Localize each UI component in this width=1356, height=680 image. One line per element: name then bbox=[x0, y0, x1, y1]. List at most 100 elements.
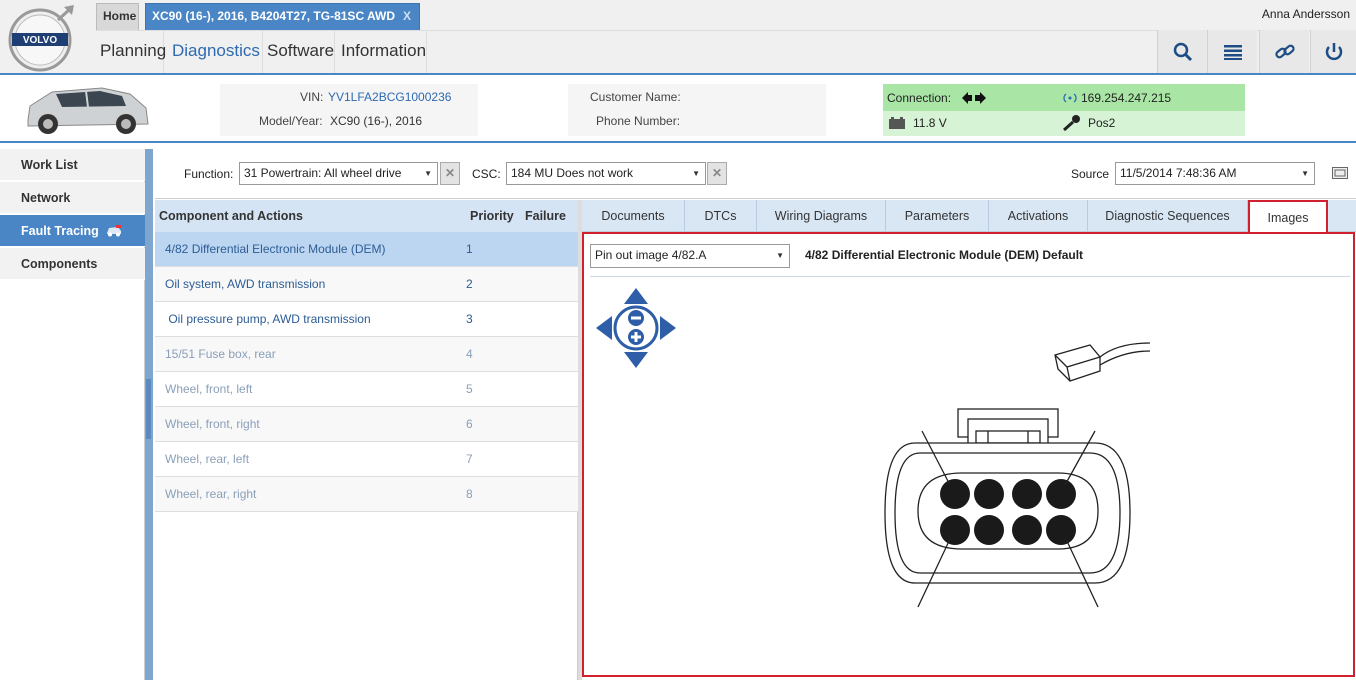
function-select[interactable]: 31 Powertrain: All wheel drive ▼ bbox=[239, 162, 438, 185]
header-component[interactable]: Component and Actions bbox=[159, 200, 303, 232]
row-name: Oil pressure pump, AWD transmission bbox=[165, 312, 371, 326]
csc-clear-button[interactable]: ✕ bbox=[707, 162, 727, 185]
table-row[interactable]: 15/51 Fuse box, rear 4 bbox=[155, 337, 578, 372]
pan-zoom-control[interactable] bbox=[594, 286, 678, 373]
chevron-down-icon: ▼ bbox=[692, 169, 700, 178]
row-priority: 4 bbox=[466, 347, 473, 361]
row-priority: 5 bbox=[466, 382, 473, 396]
car-image bbox=[22, 80, 150, 142]
connection-label: Connection: bbox=[887, 91, 952, 105]
header-priority[interactable]: Priority bbox=[470, 200, 514, 232]
tab-documents[interactable]: Documents bbox=[582, 200, 685, 232]
divider bbox=[590, 276, 1350, 277]
chevron-down-icon: ▼ bbox=[1301, 169, 1309, 178]
tab-vehicle-label: XC90 (16-), 2016, B4204T27, TG-81SC AWD bbox=[152, 9, 395, 23]
tab-parameters[interactable]: Parameters bbox=[886, 200, 989, 232]
export-icon[interactable] bbox=[1332, 167, 1348, 182]
source-value: 11/5/2014 7:48:36 AM bbox=[1120, 166, 1237, 180]
table-row[interactable]: Wheel, rear, right 8 bbox=[155, 477, 578, 512]
user-name[interactable]: Anna Andersson bbox=[1262, 7, 1350, 21]
chevron-down-icon: ▼ bbox=[776, 251, 784, 260]
svg-text:VOLVO: VOLVO bbox=[23, 35, 57, 46]
nav-components[interactable]: Components bbox=[0, 248, 145, 280]
model-label: Model/Year: bbox=[259, 114, 323, 128]
ip-address: 169.254.247.215 bbox=[1081, 91, 1172, 105]
tab-images[interactable]: Images bbox=[1248, 200, 1328, 234]
row-priority: 8 bbox=[466, 487, 473, 501]
csc-label: CSC: bbox=[472, 167, 501, 181]
table-header: Component and Actions Priority Failure bbox=[155, 200, 578, 232]
function-value: 31 Powertrain: All wheel drive bbox=[244, 166, 402, 180]
link-icon bbox=[1274, 44, 1295, 58]
source-label: Source bbox=[1071, 167, 1110, 181]
row-name: Wheel, rear, left bbox=[165, 452, 250, 466]
source-select[interactable]: 11/5/2014 7:48:36 AM ▼ bbox=[1115, 162, 1315, 185]
tab-dtcs[interactable]: DTCs bbox=[685, 200, 757, 232]
row-priority: 7 bbox=[466, 452, 473, 466]
nav-fault-tracing[interactable]: Fault Tracing bbox=[0, 215, 145, 247]
table-row[interactable]: Oil pressure pump, AWD transmission 3 bbox=[155, 302, 578, 337]
csc-value: 184 MU Does not work bbox=[511, 166, 634, 180]
row-name: 4/82 Differential Electronic Module (DEM… bbox=[165, 242, 386, 256]
row-name: Wheel, front, right bbox=[165, 417, 260, 431]
function-label: Function: bbox=[184, 167, 234, 181]
battery-icon bbox=[888, 116, 906, 133]
list-button[interactable] bbox=[1207, 30, 1257, 73]
row-name: 15/51 Fuse box, rear bbox=[165, 347, 276, 361]
nav-network[interactable]: Network bbox=[0, 182, 145, 214]
function-clear-button[interactable]: ✕ bbox=[440, 162, 460, 185]
menu-information[interactable]: Information bbox=[337, 30, 427, 73]
volvo-logo[interactable]: VOLVO bbox=[6, 4, 76, 74]
image-title: 4/82 Differential Electronic Module (DEM… bbox=[805, 248, 1084, 262]
nav-work-list[interactable]: Work List bbox=[0, 149, 145, 181]
csc-select[interactable]: 184 MU Does not work ▼ bbox=[506, 162, 706, 185]
menu-planning[interactable]: Planning bbox=[96, 30, 166, 73]
menu-diagnostics[interactable]: Diagnostics bbox=[168, 30, 263, 73]
header-failure[interactable]: Failure bbox=[525, 200, 566, 232]
row-priority: 3 bbox=[466, 312, 473, 326]
row-name: Wheel, rear, right bbox=[165, 487, 257, 501]
table-row[interactable]: Oil system, AWD transmission 2 bbox=[155, 267, 578, 302]
phone-number-label: Phone Number: bbox=[596, 114, 681, 128]
menu-software[interactable]: Software bbox=[263, 30, 335, 73]
table-row[interactable]: Wheel, front, right 6 bbox=[155, 407, 578, 442]
image-select[interactable]: Pin out image 4/82.A ▼ bbox=[590, 244, 790, 268]
image-select-value: Pin out image 4/82.A bbox=[595, 248, 707, 262]
voltage-value: 11.8 V bbox=[913, 116, 947, 130]
wifi-icon bbox=[1062, 91, 1078, 108]
tab-diagnostic-sequences[interactable]: Diagnostic Sequences bbox=[1088, 200, 1248, 232]
row-name: Wheel, front, left bbox=[165, 382, 253, 396]
car-service-icon bbox=[107, 225, 121, 237]
key-icon bbox=[1062, 114, 1082, 135]
table-row[interactable]: Wheel, front, left 5 bbox=[155, 372, 578, 407]
tab-wiring-diagrams[interactable]: Wiring Diagrams bbox=[757, 200, 886, 232]
table-row[interactable]: 4/82 Differential Electronic Module (DEM… bbox=[155, 232, 578, 267]
customer-name-label: Customer Name: bbox=[590, 90, 681, 104]
list-icon bbox=[1223, 44, 1242, 60]
tab-close-button[interactable]: X bbox=[403, 4, 411, 29]
left-splitter[interactable] bbox=[145, 149, 153, 680]
chevron-down-icon: ▼ bbox=[424, 169, 432, 178]
search-icon bbox=[1173, 42, 1192, 61]
pan-up-icon bbox=[624, 288, 648, 304]
row-priority: 6 bbox=[466, 417, 473, 431]
pan-down-icon bbox=[624, 352, 648, 368]
tab-activations[interactable]: Activations bbox=[989, 200, 1088, 232]
connection-icon bbox=[962, 91, 986, 108]
link-button[interactable] bbox=[1259, 30, 1309, 73]
connector-pinout-diagram bbox=[880, 335, 1160, 623]
row-priority: 2 bbox=[466, 277, 473, 291]
tab-home[interactable]: Home bbox=[96, 3, 139, 30]
vin-value: YV1LFA2BCG1000236 bbox=[328, 90, 452, 104]
nav-fault-tracing-label: Fault Tracing bbox=[21, 224, 99, 238]
table-row[interactable]: Wheel, rear, left 7 bbox=[155, 442, 578, 477]
row-name: Oil system, AWD transmission bbox=[165, 277, 326, 291]
tab-vehicle[interactable]: XC90 (16-), 2016, B4204T27, TG-81SC AWD … bbox=[145, 3, 420, 30]
search-button[interactable] bbox=[1157, 30, 1207, 73]
model-value: XC90 (16-), 2016 bbox=[330, 114, 423, 128]
row-priority: 1 bbox=[466, 242, 473, 256]
power-icon bbox=[1325, 42, 1342, 60]
power-button[interactable] bbox=[1310, 30, 1356, 73]
ignition-value: Pos2 bbox=[1088, 116, 1116, 130]
pan-left-icon bbox=[596, 316, 612, 340]
